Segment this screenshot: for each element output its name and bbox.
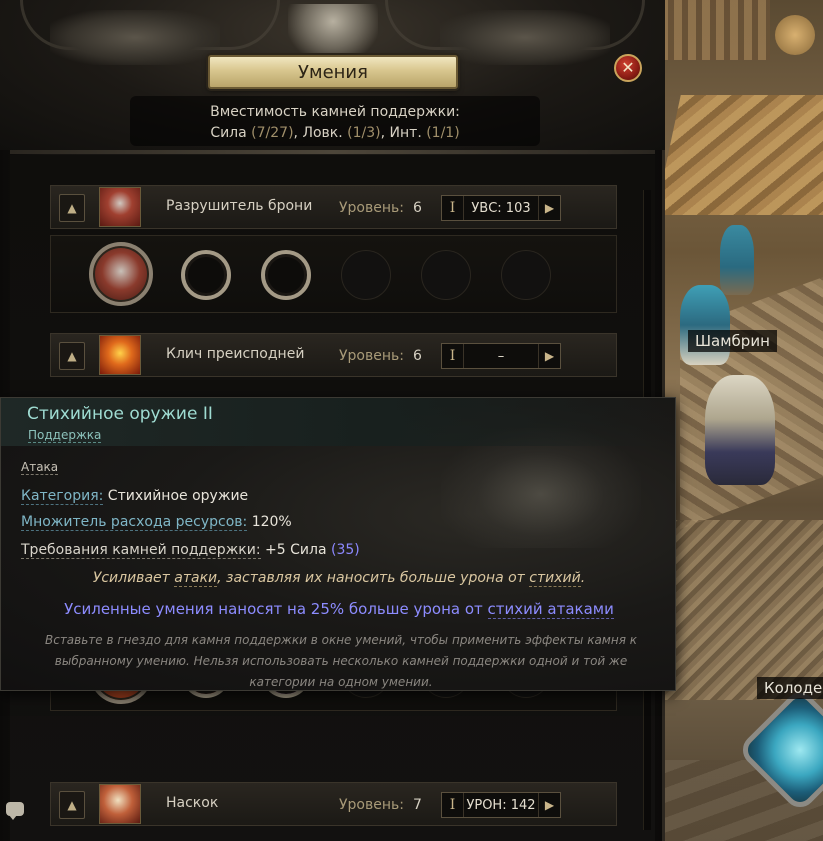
capacity-values: Сила (7/27), Ловк. (1/3), Инт. (1/1) [210, 125, 460, 141]
skill-header-row[interactable]: ▲ Разрушитель брони Уровень: 6 I УВС: 10… [50, 185, 617, 229]
gem-tooltip: Стихийное оружие II Поддержка Атака Кате… [0, 397, 677, 691]
tooltip-subtitle: Поддержка [28, 428, 102, 443]
flavor-text: . [580, 570, 586, 586]
level-value: 6 [413, 200, 422, 216]
close-icon: ✕ [621, 58, 635, 77]
panel-title: Умения [298, 61, 368, 83]
tooltip-tag: Атака [21, 460, 59, 475]
infernal-cry-icon[interactable] [99, 335, 141, 375]
int-value: (1/1) [426, 125, 460, 141]
skill-stat: УРОН: 142 [466, 797, 536, 813]
game-screen: Шамбрин Колоде Умения ✕ Вместимость камн… [0, 0, 823, 841]
hammer-icon[interactable] [99, 187, 141, 227]
ornament-griffin-right [440, 10, 610, 65]
skill-header-row[interactable]: ▲ Клич преисподней Уровень: 6 I – ▶ [50, 333, 617, 377]
flavor-text: Усиливает [92, 570, 170, 586]
skill-name: Наскок [166, 795, 219, 811]
stat-bar-icon: I [442, 196, 464, 220]
level-label: Уровень: [339, 797, 404, 813]
tooltip-cost: Множитель расхода ресурсов: 120% [21, 514, 292, 531]
level-up-button[interactable]: ▲ [59, 342, 85, 370]
gem-art [441, 428, 641, 548]
panel-header: Умения ✕ Вместимость камней поддержки: С… [0, 0, 665, 150]
npc-figure[interactable] [720, 225, 754, 295]
well-name-label[interactable]: Колоде [757, 677, 823, 699]
panel-title-plate: Умения [208, 55, 458, 89]
category-value: Стихийное оружие [107, 488, 249, 504]
dex-label: Ловк. [302, 125, 343, 141]
level-value: 6 [413, 348, 422, 364]
skill-gem-socket[interactable] [89, 242, 153, 306]
support-socket-empty[interactable] [181, 250, 231, 300]
requirement-extra: (35) [331, 542, 360, 558]
npc-figure-2[interactable] [705, 375, 775, 485]
brazier [775, 15, 815, 55]
market-awning-top [660, 0, 770, 60]
skill-stat: – [497, 348, 505, 364]
tooltip-title: Стихийное оружие II [27, 404, 213, 424]
support-socket-locked [421, 250, 471, 300]
requirement-value: +5 Сила [265, 542, 327, 558]
level-label: Уровень: [339, 200, 404, 216]
level-up-button[interactable]: ▲ [59, 194, 85, 222]
tooltip-category: Категория: Стихийное оружие [21, 488, 249, 505]
npc-shambrin-figure[interactable] [680, 285, 730, 365]
support-socket-locked [341, 250, 391, 300]
flavor-keyword: атаки [174, 570, 218, 587]
ornament-griffin-left [50, 10, 220, 65]
capacity-heading: Вместимость камней поддержки: [210, 104, 460, 120]
requirement-label: Требования камней поддержки: [21, 542, 261, 559]
tooltip-help: Вставьте в гнездо для камня поддержки в … [44, 633, 637, 689]
level-value: 7 [413, 797, 422, 813]
carpet-lower [660, 520, 823, 700]
stat-bar-icon: I [442, 344, 464, 368]
support-capacity: Вместимость камней поддержки: Сила (7/27… [130, 96, 540, 146]
skill-stat-box[interactable]: I УВС: 103 ▶ [441, 195, 561, 221]
str-value: (7/27) [251, 125, 294, 141]
close-button[interactable]: ✕ [614, 54, 642, 82]
modifier-text: Усиленные умения наносят на 25% больше у… [64, 600, 483, 618]
modifier-keyword: стихий атаками [487, 600, 614, 619]
skill-header-row[interactable]: ▲ Наскок Уровень: 7 I УРОН: 142 ▶ [50, 782, 617, 826]
int-label: Инт. [389, 125, 422, 141]
str-label: Сила [210, 125, 247, 141]
market-awning [660, 95, 823, 215]
header-divider [10, 150, 655, 154]
skill-name: Клич преисподней [166, 346, 305, 362]
dex-value: (1/3) [347, 125, 381, 141]
support-socket-locked [501, 250, 551, 300]
chat-icon[interactable] [6, 802, 24, 820]
tooltip-requirement: Требования камней поддержки: +5 Сила (35… [21, 542, 360, 559]
skill-stat-box[interactable]: I – ▶ [441, 343, 561, 369]
skill-stat: УВС: 103 [471, 200, 531, 216]
skill-stat-box[interactable]: I УРОН: 142 ▶ [441, 792, 561, 818]
leap-slam-icon[interactable] [99, 784, 141, 824]
level-up-button[interactable]: ▲ [59, 791, 85, 819]
chevron-right-icon[interactable]: ▶ [538, 344, 560, 368]
cost-label: Множитель расхода ресурсов: [21, 514, 248, 531]
game-world[interactable]: Шамбрин Колоде [660, 0, 823, 841]
chevron-right-icon[interactable]: ▶ [538, 196, 560, 220]
tooltip-modifier: Усиленные умения наносят на 25% больше у… [1, 600, 677, 619]
chevron-right-icon[interactable]: ▶ [538, 793, 560, 817]
stat-bar-icon: I [442, 793, 464, 817]
flavor-text: , заставляя их наносить больше урона от [217, 570, 525, 586]
flavor-keyword: стихий [529, 570, 581, 587]
level-label: Уровень: [339, 348, 404, 364]
tooltip-flavor: Усиливает атаки, заставляя их наносить б… [1, 570, 677, 587]
skill-name: Разрушитель брони [166, 198, 313, 214]
category-label: Категория: [21, 488, 104, 505]
ornament-statue [288, 4, 378, 62]
npc-name-label[interactable]: Шамбрин [688, 330, 777, 352]
cost-value: 120% [251, 514, 292, 530]
socket-row [50, 235, 617, 313]
support-socket-empty[interactable] [261, 250, 311, 300]
